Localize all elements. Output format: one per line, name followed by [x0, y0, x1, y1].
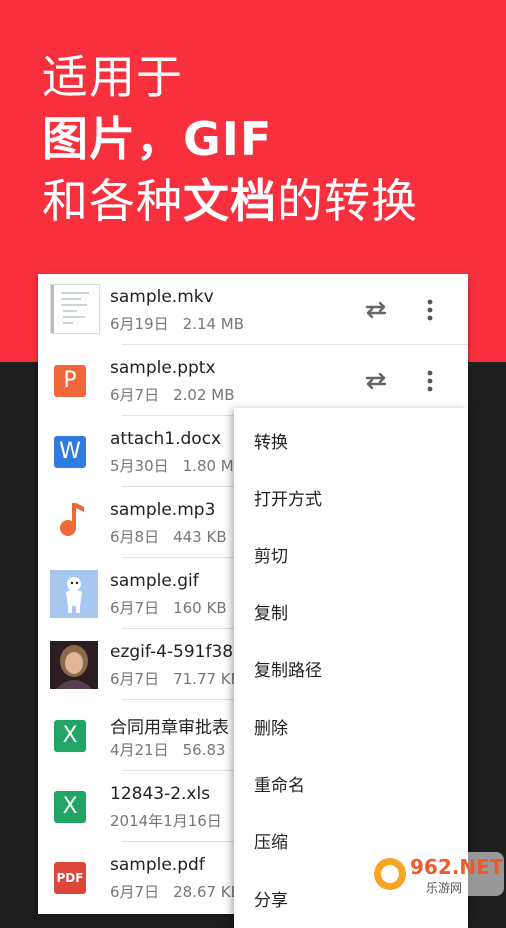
file-date: 6月7日 [110, 670, 160, 688]
more-vert-icon[interactable] [416, 296, 444, 324]
watermark-logo: 962.NET 乐游网 [364, 848, 506, 900]
hero-line-3-bold: 文档 [183, 174, 277, 228]
excel-file-icon: X [54, 791, 86, 823]
file-meta: 6月19日 2.14 MB [110, 313, 258, 334]
menu-item-rename[interactable]: 重命名 [254, 771, 305, 796]
file-size: 71.77 KB [173, 670, 241, 688]
file-date: 2014年1月16日 [110, 812, 222, 830]
menu-item-cut[interactable]: 剪切 [254, 542, 288, 567]
file-meta: 4月21日 56.83 [110, 739, 240, 760]
menu-item-share[interactable]: 分享 [254, 886, 288, 911]
file-date: 5月30日 [110, 457, 169, 475]
menu-item-compress[interactable]: 压缩 [254, 828, 288, 853]
hero-line-3-pre: 和各种 [42, 174, 183, 228]
file-date: 6月19日 [110, 315, 169, 333]
hero-line-3-post: 的转换 [277, 174, 418, 228]
file-row-sample-mkv[interactable]: sample.mkv 6月19日 2.14 MB [38, 274, 468, 345]
file-meta: 2014年1月16日 [110, 810, 236, 831]
menu-item-convert[interactable]: 转换 [254, 428, 288, 453]
hero-headline: 适用于 图片，GIF 和各种文档的转换 [42, 46, 418, 232]
file-size: 2.02 MB [173, 386, 235, 404]
menu-item-open-with[interactable]: 打开方式 [254, 485, 322, 510]
menu-item-delete[interactable]: 删除 [254, 714, 288, 739]
file-meta: 6月7日 2.02 MB [110, 384, 249, 405]
word-file-icon: W [54, 436, 86, 468]
file-meta: 6月7日 160 KB [110, 597, 241, 618]
file-name: sample.pptx [110, 358, 216, 378]
music-note-icon [54, 499, 88, 539]
file-date: 6月7日 [110, 599, 160, 617]
file-date: 6月7日 [110, 386, 160, 404]
file-name: sample.mp3 [110, 500, 216, 520]
pdf-file-icon: PDF [54, 862, 86, 894]
hero-line-1: 适用于 [42, 50, 183, 104]
file-date: 6月8日 [110, 528, 160, 546]
convert-icon[interactable] [362, 296, 390, 324]
photo-thumbnail-icon [50, 641, 98, 689]
file-size: 160 KB [173, 599, 227, 617]
convert-icon[interactable] [362, 367, 390, 395]
menu-item-copy-path[interactable]: 复制路径 [254, 656, 322, 681]
excel-file-icon: X [54, 720, 86, 752]
powerpoint-file-icon: P [54, 365, 86, 397]
file-size: 28.67 KB [173, 883, 241, 901]
file-date: 4月21日 [110, 741, 169, 759]
file-name: 12843-2.xls [110, 784, 211, 804]
file-size: 443 KB [173, 528, 227, 546]
file-name: sample.pdf [110, 855, 205, 875]
file-date: 6月7日 [110, 883, 160, 901]
file-meta: 6月8日 443 KB [110, 526, 241, 547]
watermark-sub: 乐游网 [426, 881, 462, 895]
document-thumbnail-icon [50, 284, 100, 334]
file-name: 合同用章审批表 [110, 718, 229, 738]
file-row-sample-pptx[interactable]: P sample.pptx 6月7日 2.02 MB [38, 345, 468, 416]
gif-thumbnail-icon [50, 570, 98, 618]
more-vert-icon[interactable] [416, 367, 444, 395]
file-name: ezgif-4-591f38 [110, 642, 234, 662]
file-name: sample.gif [110, 571, 199, 591]
watermark-brand: 962.NET [410, 855, 504, 879]
file-size: 56.83 [182, 741, 226, 759]
menu-item-copy[interactable]: 复制 [254, 599, 288, 624]
hero-line-3: 和各种文档的转换 [42, 170, 418, 232]
file-name: sample.mkv [110, 287, 214, 307]
file-name: attach1.docx [110, 429, 222, 449]
file-size: 2.14 MB [182, 315, 245, 333]
hero-line-2: 图片，GIF [42, 112, 273, 166]
